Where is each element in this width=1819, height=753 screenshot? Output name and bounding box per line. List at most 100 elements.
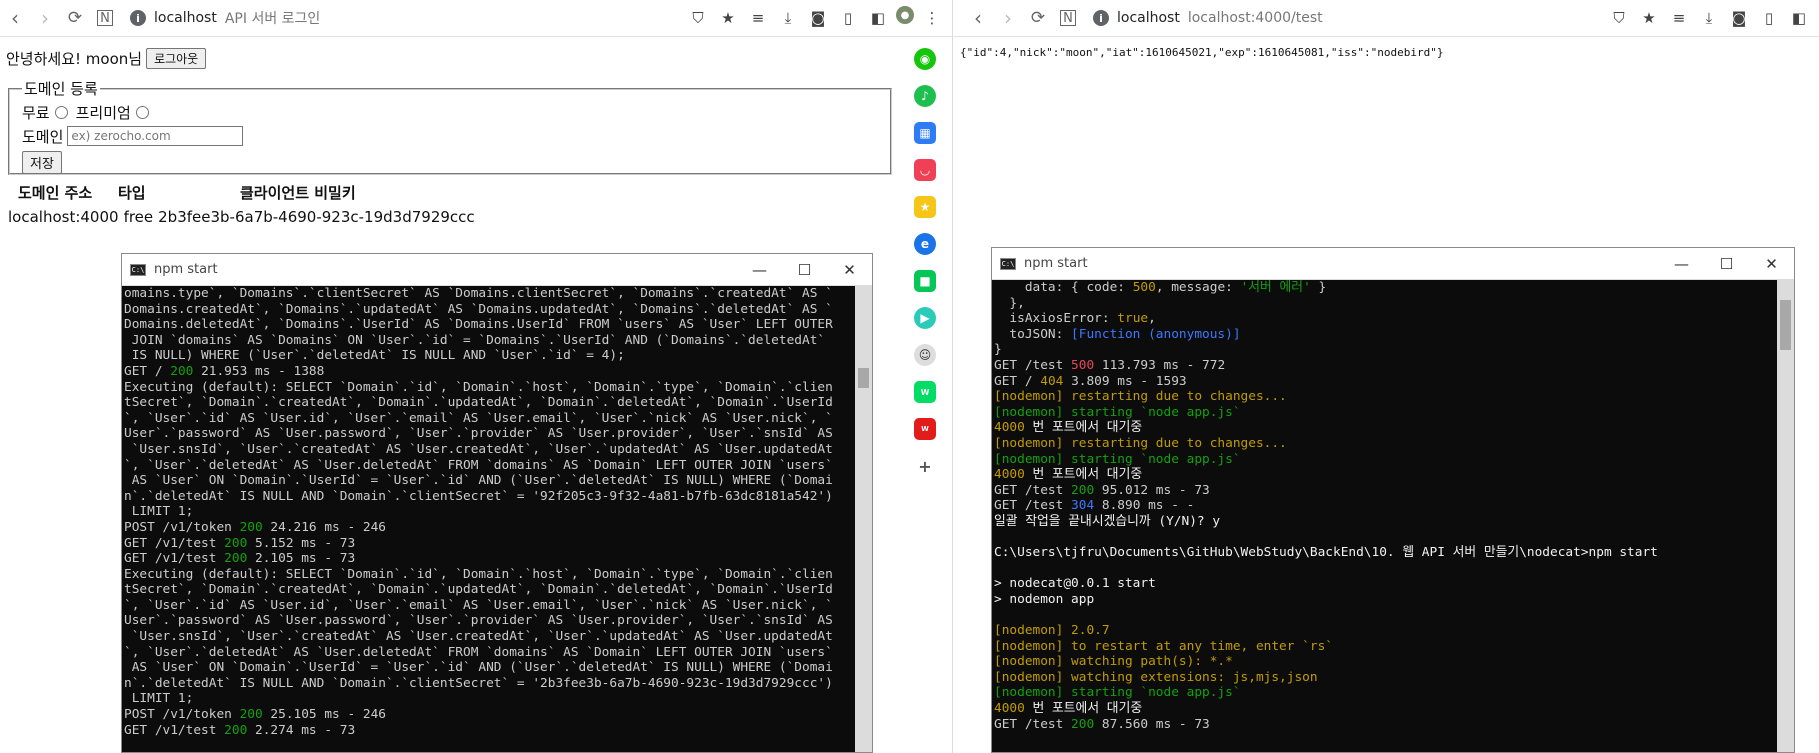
maximize-icon[interactable]: ☐ xyxy=(1704,255,1749,273)
terminal-line: [nodemon] restarting due to changes... xyxy=(994,389,1287,405)
greeting-row: 안녕하세요! moon님 로그아웃 xyxy=(6,48,207,69)
terminal-left-titlebar: C:\ npm start — ☐ ✕ xyxy=(122,254,872,286)
back-icon[interactable]: ‹ xyxy=(0,3,30,33)
list-icon[interactable]: ≡ xyxy=(1667,6,1691,30)
terminal-line: GET /test 200 95.012 ms - 73 xyxy=(994,482,1210,498)
close-icon[interactable]: ✕ xyxy=(1749,255,1794,273)
star-icon[interactable]: ★ xyxy=(716,6,740,30)
scrollbar-thumb[interactable] xyxy=(1780,300,1791,350)
download-icon[interactable]: ⤓ xyxy=(1697,6,1721,30)
terminal-right: C:\ npm start — ☐ ✕ data: { code: 500, m… xyxy=(991,247,1795,753)
address-host: localhost xyxy=(1117,10,1180,26)
domain-table: 도메인 주소 타입 클라이언트 비밀키 localhost:4000 free … xyxy=(8,180,475,230)
domain-label: 도메인 xyxy=(22,127,64,146)
terminal-line: POST /v1/token 200 24.216 ms - 246 xyxy=(124,519,386,535)
terminal-line: `, `User`.`deletedAt` AS `User.deletedAt… xyxy=(124,644,833,660)
terminal-line: `, `User`.`deletedAt` AS `User.deletedAt… xyxy=(124,457,833,473)
address-url: localhost:4000/test xyxy=(1187,10,1323,26)
line-icon[interactable]: ■ xyxy=(914,270,936,292)
terminal-line: [nodemon] to restart at any time, enter … xyxy=(994,638,1333,654)
split-icon[interactable]: ◧ xyxy=(1787,6,1811,30)
terminal-icon: C:\ xyxy=(1000,257,1016,270)
terminal-line: GET /v1/test 200 2.105 ms - 73 xyxy=(124,551,356,567)
minimize-icon[interactable]: — xyxy=(1659,255,1704,273)
webtoon-icon[interactable]: W xyxy=(914,381,936,403)
menu-icon[interactable]: ⋮ xyxy=(920,6,944,30)
right-browser-toolbar: ‹ › ⟳ N i localhost localhost:4000/test … xyxy=(953,0,1819,37)
header-domain: 도메인 주소 xyxy=(18,183,93,202)
terminal-line: n`.`deletedAt` IS NULL AND `Domain`.`cli… xyxy=(124,675,833,691)
table-row: localhost:4000 free 2b3fee3b-6a7b-4690-9… xyxy=(8,204,475,230)
terminal-left: C:\ npm start — ☐ ✕ omains.type`, `Domai… xyxy=(121,253,873,753)
star-icon[interactable]: ★ xyxy=(1637,6,1661,30)
terminal-line: toJSON: [Function (anonymous)] xyxy=(994,326,1241,342)
avatar-icon[interactable]: ● xyxy=(896,6,914,24)
terminal-line: LIMIT 1; xyxy=(124,691,194,707)
save-button[interactable]: 저장 xyxy=(22,151,62,174)
close-icon[interactable]: ✕ xyxy=(827,261,872,279)
reload-icon[interactable]: ⟳ xyxy=(60,3,90,33)
terminal-line: [nodemon] starting `node app.js` xyxy=(994,685,1241,701)
terminal-line: IS NULL) WHERE (`User`.`deletedAt` IS NU… xyxy=(124,348,625,364)
shield-icon[interactable]: ⛉ xyxy=(1607,6,1631,30)
wowl-icon[interactable]: W xyxy=(914,418,936,440)
camera-icon[interactable]: ◙ xyxy=(806,6,830,30)
forward-icon[interactable]: › xyxy=(30,3,60,33)
terminal-line: n`.`deletedAt` IS NULL AND `Domain`.`cli… xyxy=(124,488,833,504)
pocket-icon[interactable]: ◡ xyxy=(914,159,936,181)
minimize-icon[interactable]: — xyxy=(737,261,782,279)
terminal-left-title: npm start xyxy=(154,262,218,277)
bookmark-star-icon[interactable]: ★ xyxy=(914,196,936,218)
terminal-line: tSecret`, `Domain`.`createdAt`, `Domain`… xyxy=(124,395,833,411)
terminal-line: } xyxy=(994,342,1002,358)
premium-radio[interactable] xyxy=(135,105,149,119)
terminal-line: [nodemon] watching extensions: js,mjs,js… xyxy=(994,669,1318,685)
terminal-line: Executing (default): SELECT `Domain`.`id… xyxy=(124,566,833,582)
back-icon[interactable]: ‹ xyxy=(963,3,993,33)
info-icon[interactable]: i xyxy=(1093,10,1109,26)
owl-icon[interactable]: ☺ xyxy=(914,344,936,366)
terminal-line: 일괄 작업을 끝내시겠습니까 (Y/N)? y xyxy=(994,513,1221,529)
messenger-icon[interactable]: ◉ xyxy=(914,48,936,70)
edge-icon[interactable]: e xyxy=(914,233,936,255)
info-icon[interactable]: i xyxy=(130,10,146,26)
domain-row: 도메인 ex) zerocho.com xyxy=(22,125,880,147)
bell-icon[interactable]: ♪ xyxy=(914,85,936,107)
table-header: 도메인 주소 타입 클라이언트 비밀키 xyxy=(8,180,475,204)
scrollbar-thumb[interactable] xyxy=(858,368,869,388)
reload-icon[interactable]: ⟳ xyxy=(1023,3,1053,33)
domain-input[interactable]: ex) zerocho.com xyxy=(67,126,244,146)
download-icon[interactable]: ⤓ xyxy=(776,6,800,30)
free-radio[interactable] xyxy=(54,105,68,119)
terminal-left-scrollbar[interactable] xyxy=(855,286,872,752)
shield-icon[interactable]: ⛉ xyxy=(686,6,710,30)
terminal-line: 4000 번 포트에서 대기중 xyxy=(994,701,1143,717)
camera-icon[interactable]: ◙ xyxy=(1727,6,1751,30)
maximize-icon[interactable]: ☐ xyxy=(782,261,827,279)
header-type: 타입 xyxy=(118,183,146,202)
split-icon[interactable]: ◧ xyxy=(866,6,890,30)
reader-icon[interactable]: N xyxy=(1060,10,1076,26)
terminal-line: GET /test 500 113.793 ms - 772 xyxy=(994,357,1226,373)
calendar-icon[interactable]: ▦ xyxy=(914,122,936,144)
address-bar[interactable]: i localhost API 서버 로그인 xyxy=(130,8,686,28)
terminal-right-scrollbar[interactable] xyxy=(1777,280,1794,752)
address-host: localhost xyxy=(154,10,217,26)
sidebar-icon[interactable]: ▯ xyxy=(836,6,860,30)
sidebar-icon[interactable]: ▯ xyxy=(1757,6,1781,30)
free-label: 무료 xyxy=(22,103,50,122)
reader-icon[interactable]: N xyxy=(97,10,113,26)
form-legend: 도메인 등록 xyxy=(24,80,98,98)
terminal-line: > nodecat@0.0.1 start xyxy=(994,576,1156,592)
forward-icon[interactable]: › xyxy=(993,3,1023,33)
terminal-line: JOIN `domains` AS `Domains` ON `User`.`i… xyxy=(124,332,826,348)
address-bar[interactable]: i localhost localhost:4000/test xyxy=(1093,10,1607,26)
play-icon[interactable]: ▶ xyxy=(914,307,936,329)
logout-button[interactable]: 로그아웃 xyxy=(146,48,207,69)
terminal-line: tSecret`, `Domain`.`createdAt`, `Domain`… xyxy=(124,582,833,598)
terminal-line: isAxiosError: true, xyxy=(994,311,1156,327)
terminal-right-output: data: { code: 500, message: '서버 에러' } },… xyxy=(994,280,1776,732)
list-icon[interactable]: ≡ xyxy=(746,6,770,30)
add-icon[interactable]: + xyxy=(914,455,936,477)
